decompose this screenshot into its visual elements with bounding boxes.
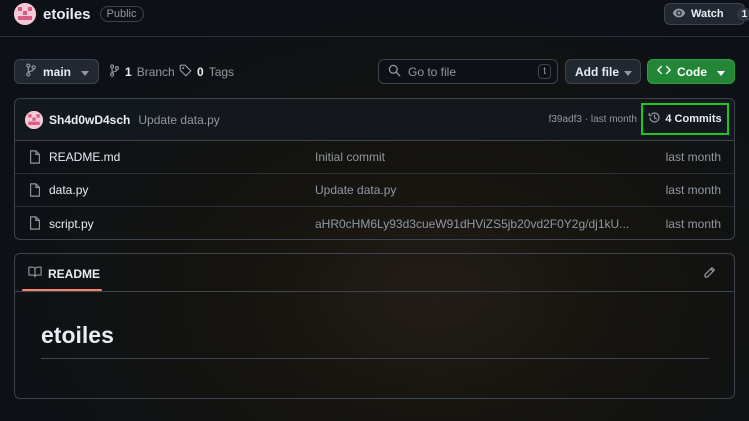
file-date: last month [665,183,721,197]
watch-count: 1 [736,7,749,21]
branches-count: 1 [125,64,132,79]
code-button[interactable]: Code [647,59,735,84]
search-icon [388,64,401,80]
readme-heading-rule [41,358,709,359]
commits-history-link[interactable]: 4 Commits [641,103,729,135]
commit-age: last month [590,114,637,125]
branch-icon [25,63,37,80]
tags-label: Tags [208,64,235,79]
file-commit-message[interactable]: Update data.py [315,183,396,197]
history-icon [648,111,661,127]
file-browser: Sh4d0wD4sch Update data.py f39adf3 · las… [14,98,735,240]
repo-name[interactable]: etoiles [43,6,91,23]
owner-avatar[interactable] [14,3,36,25]
file-name[interactable]: README.md [49,150,120,164]
readme-tab-label: README [48,266,101,281]
file-icon [29,150,41,167]
commit-meta: f39adf3 · last month [548,114,637,125]
active-tab-indicator [22,289,102,291]
repo-header: etoiles Public [14,3,144,25]
commit-author[interactable]: Sh4d0wD4sch [49,113,130,127]
header-divider [0,36,749,37]
code-icon [657,64,671,79]
chevron-down-icon [717,65,725,79]
branches-link[interactable]: 1 Branch [109,59,175,84]
code-label: Code [677,64,707,79]
file-icon [29,216,41,233]
go-to-file-search[interactable]: t [378,59,558,84]
file-name[interactable]: data.py [49,183,88,197]
repo-page: etoiles Public Watch 1 main 1 Branch 0 T… [0,0,749,421]
readme-heading: etoiles [41,322,114,348]
file-date: last month [665,150,721,164]
file-icon [29,183,41,200]
author-avatar[interactable] [25,110,43,129]
tags-link[interactable]: 0 Tags [179,59,234,84]
file-row[interactable]: script.py aHR0cHM6Ly93d3cueW91dHViZS5jb2… [15,207,734,239]
add-file-label: Add file [575,64,619,79]
watch-button[interactable]: Watch 1 [664,3,749,25]
pencil-icon[interactable] [703,266,716,282]
tag-icon [179,64,192,80]
keyboard-shortcut-hint: t [538,64,551,79]
eye-icon [672,6,686,23]
watch-label: Watch [691,8,724,20]
readme-header: README [15,254,734,292]
search-input[interactable] [408,64,526,79]
file-row[interactable]: data.py Update data.py last month [15,174,734,207]
file-commit-message[interactable]: aHR0cHM6Ly93d3cueW91dHViZS5jb20vd2F0Y2g/… [315,217,629,231]
file-row[interactable]: README.md Initial commit last month [15,141,734,174]
file-name[interactable]: script.py [49,217,94,231]
branches-label: Branch [136,64,175,79]
file-date: last month [665,216,721,231]
file-commit-message[interactable]: Initial commit [315,150,385,164]
chevron-down-icon [81,65,89,79]
readme-tab[interactable]: README [28,266,100,281]
tags-count: 0 [197,64,204,79]
visibility-badge: Public [99,6,144,22]
latest-commit-bar: Sh4d0wD4sch Update data.py f39adf3 · las… [15,99,734,141]
commits-count-label: 4 Commits [665,113,722,125]
add-file-button[interactable]: Add file [565,59,641,84]
readme-panel: README etoiles [14,253,735,399]
branch-selector[interactable]: main [14,59,99,84]
commit-hash[interactable]: f39adf3 [549,114,582,125]
commit-message[interactable]: Update data.py [138,113,219,127]
branch-icon [109,63,120,80]
chevron-down-icon [624,65,632,79]
book-icon [28,266,42,281]
branch-name: main [43,64,72,79]
